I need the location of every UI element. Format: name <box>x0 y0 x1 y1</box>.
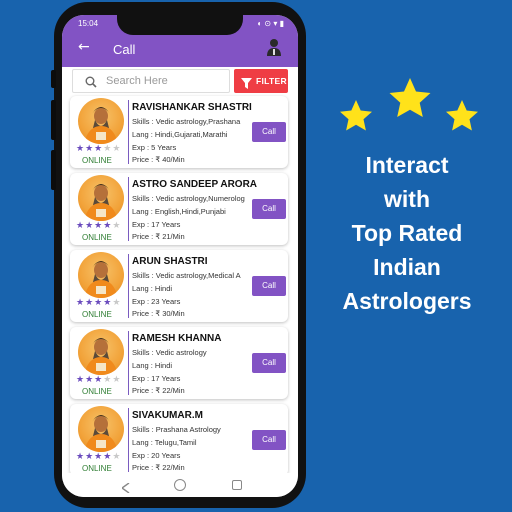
user-icon[interactable] <box>266 38 282 61</box>
avatar <box>78 175 124 221</box>
nav-back-icon[interactable] <box>120 480 130 497</box>
price-text: Price : ₹ 21/Min <box>132 232 185 241</box>
exp-text: Exp : 17 Years <box>132 374 181 383</box>
lang-text: Lang : Hindi <box>132 284 173 293</box>
astrologer-card[interactable]: ★★★★★ ONLINE RAMESH KHANNA Skills : Vedi… <box>70 327 288 399</box>
phone-side-button <box>51 150 56 190</box>
camera-notch <box>117 13 243 35</box>
skills-text: Skills : Vedic astrology,Prashana <box>132 117 241 126</box>
online-status: ONLINE <box>82 233 112 242</box>
online-status: ONLINE <box>82 387 112 396</box>
back-arrow-icon[interactable]: ← <box>78 39 90 55</box>
filter-label: FILTER <box>256 76 287 86</box>
promo-line: Astrologers <box>342 288 472 314</box>
price-text: Price : ₹ 30/Min <box>132 309 185 318</box>
filter-button[interactable]: FILTER <box>234 69 288 93</box>
promo-line: Top Rated <box>351 220 463 246</box>
lang-text: Lang : Telugu,Tamil <box>132 438 197 447</box>
search-icon <box>85 75 97 93</box>
exp-text: Exp : 17 Years <box>132 220 181 229</box>
price-text: Price : ₹ 40/Min <box>132 155 185 164</box>
call-button[interactable]: Call <box>252 276 286 296</box>
search-placeholder: Search Here <box>106 75 168 87</box>
divider <box>128 100 129 164</box>
astrologer-card[interactable]: ★★★★★ ONLINE ARUN SHASTRI Skills : Vedic… <box>70 250 288 322</box>
promo-line: with <box>384 186 430 212</box>
avatar <box>78 98 124 144</box>
avatar <box>78 329 124 375</box>
system-nav-bar <box>62 473 298 497</box>
exp-text: Exp : 5 Years <box>132 143 177 152</box>
filter-icon <box>241 76 252 94</box>
phone-side-button <box>51 100 56 140</box>
astrologer-name: ARUN SHASTRI <box>132 256 208 267</box>
search-input[interactable]: Search Here <box>72 69 230 93</box>
rating-stars: ★★★★★ <box>76 452 122 462</box>
avatar <box>78 406 124 452</box>
call-button[interactable]: Call <box>252 199 286 219</box>
price-text: Price : ₹ 22/Min <box>132 386 185 395</box>
astrologer-name: RAVISHANKAR SHASTRI <box>132 102 252 113</box>
call-button[interactable]: Call <box>252 430 286 450</box>
rating-stars: ★★★★★ <box>76 144 122 154</box>
status-icons: ◐ ⊙ ▾ ▮ <box>257 19 284 28</box>
astrologer-name: RAMESH KHANNA <box>132 333 222 344</box>
divider <box>128 408 129 472</box>
skills-text: Skills : Vedic astrology,Medical A <box>132 271 241 280</box>
skills-text: Skills : Prashana Astrology <box>132 425 221 434</box>
exp-text: Exp : 23 Years <box>132 297 181 306</box>
lang-text: Lang : English,Hindi,Punjabi <box>132 207 226 216</box>
nav-recents-icon[interactable] <box>232 480 242 490</box>
skills-text: Skills : Vedic astrology <box>132 348 207 357</box>
call-button[interactable]: Call <box>252 122 286 142</box>
phone-side-button <box>51 70 56 88</box>
astrologer-name: ASTRO SANDEEP ARORA <box>132 179 258 190</box>
exp-text: Exp : 20 Years <box>132 451 181 460</box>
phone-screen: 15:04 ◐ ⊙ ▾ ▮ ← Call Search Here FILTER <box>62 15 298 497</box>
rating-stars: ★★★★★ <box>76 298 122 308</box>
divider <box>128 254 129 318</box>
promo-line: Interact <box>365 152 449 178</box>
rating-stars: ★★★★★ <box>76 375 122 385</box>
divider <box>128 331 129 395</box>
page-title: Call <box>113 42 136 57</box>
skills-text: Skills : Vedic astrology,Numerolog <box>132 194 245 203</box>
avatar <box>78 252 124 298</box>
price-text: Price : ₹ 22/Min <box>132 463 185 472</box>
online-status: ONLINE <box>82 464 112 473</box>
online-status: ONLINE <box>82 310 112 319</box>
call-button[interactable]: Call <box>252 353 286 373</box>
status-time: 15:04 <box>78 19 99 28</box>
online-status: ONLINE <box>82 156 112 165</box>
rating-stars-icon <box>340 78 478 131</box>
astrologer-card[interactable]: ★★★★★ ONLINE ASTRO SANDEEP ARORA Skills … <box>70 173 288 245</box>
astrologer-name: SIVAKUMAR.M <box>132 410 203 421</box>
lang-text: Lang : Hindi,Gujarati,Marathi <box>132 130 228 139</box>
astrologer-card[interactable]: ★★★★★ ONLINE SIVAKUMAR.M Skills : Prasha… <box>70 404 288 476</box>
promo-headline: Interact with Top Rated Indian Astrologe… <box>316 148 498 318</box>
nav-home-icon[interactable] <box>174 479 186 491</box>
rating-stars: ★★★★★ <box>76 221 122 231</box>
divider <box>128 177 129 241</box>
astrologer-card[interactable]: ★★★★★ ONLINE RAVISHANKAR SHASTRI Skills … <box>70 96 288 168</box>
lang-text: Lang : Hindi <box>132 361 173 370</box>
promo-line: Indian <box>373 254 441 280</box>
